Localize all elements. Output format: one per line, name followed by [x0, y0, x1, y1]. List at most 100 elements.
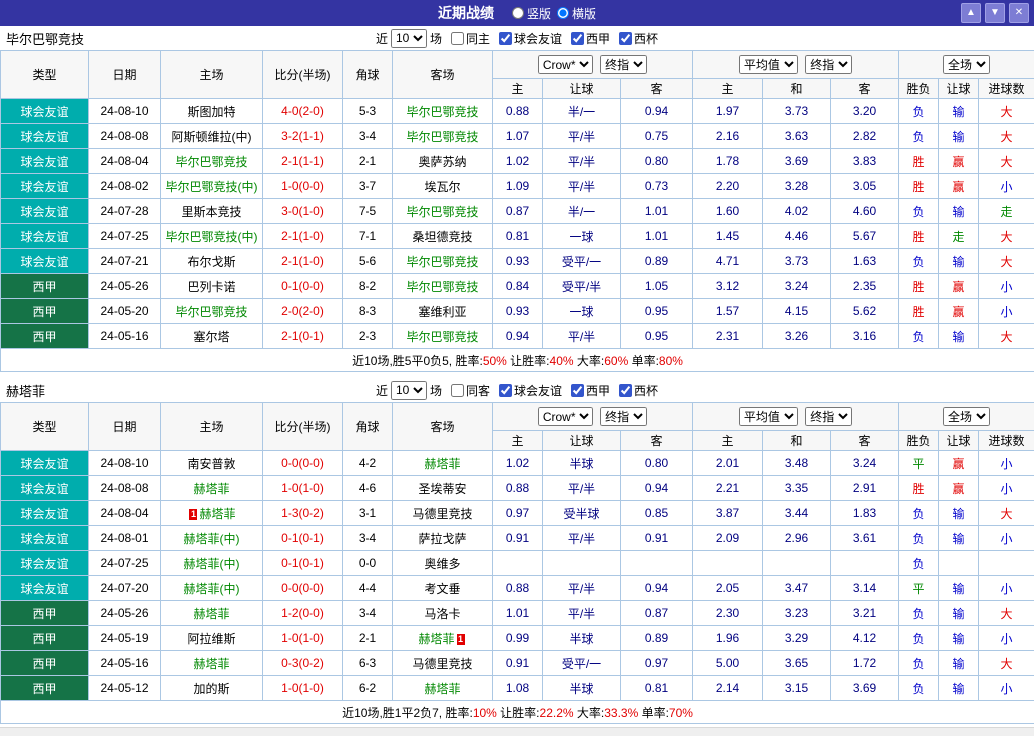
handicap-result-cell: 输 — [939, 99, 979, 124]
avg-home-cell: 1.45 — [693, 224, 763, 249]
odds-source-select[interactable]: Crow* — [538, 407, 593, 426]
avg-final-select[interactable]: 终指 — [805, 407, 852, 426]
league-filter-laliga-checkbox[interactable] — [571, 32, 584, 45]
summary-stat-label: 近10场,胜5平0负5, 胜率: — [352, 354, 483, 368]
away-team-cell: 毕尔巴鄂竞技 — [393, 324, 493, 349]
avg-home-cell: 1.96 — [693, 626, 763, 651]
avg-home-cell — [693, 551, 763, 576]
avg-select[interactable]: 平均值 — [739, 407, 798, 426]
winlose-cell: 负 — [899, 249, 939, 274]
team-section-away: 赫塔菲 近 10 场 同客 球会友谊 西甲 西杯 类型 日期 主场 比分(半场) — [0, 378, 1034, 724]
date-cell: 24-08-10 — [89, 99, 161, 124]
move-up-button[interactable]: ▲ — [961, 3, 981, 23]
league-filter-laliga-checkbox[interactable] — [571, 384, 584, 397]
odds-handicap-cell — [543, 551, 621, 576]
corner-cell: 4-6 — [343, 476, 393, 501]
odds-final-select[interactable]: 终指 — [600, 55, 647, 74]
close-button[interactable]: ✕ — [1009, 3, 1029, 23]
avg-draw-cell: 3.44 — [763, 501, 831, 526]
col-odds-handicap: 让球 — [543, 431, 621, 451]
layout-horizontal-option[interactable]: 横版 — [557, 5, 596, 22]
winlose-cell: 负 — [899, 324, 939, 349]
layout-vertical-option[interactable]: 竖版 — [512, 5, 551, 22]
score-cell: 0-0(0-0) — [263, 451, 343, 476]
corner-cell: 3-4 — [343, 526, 393, 551]
avg-away-cell: 1.72 — [831, 651, 899, 676]
same-venue-checkbox[interactable] — [451, 32, 464, 45]
avg-away-cell: 2.82 — [831, 124, 899, 149]
team-link-highlighted: 毕尔巴鄂竞技 — [406, 330, 478, 344]
odds-handicap-cell: 一球 — [543, 224, 621, 249]
scope-select[interactable]: 全场 — [943, 55, 990, 74]
odds-source-select[interactable]: Crow* — [538, 55, 593, 74]
home-team-cell: 1赫塔菲 — [161, 501, 263, 526]
match-row: 球会友谊24-08-08阿斯顿维拉(中)3-2(1-1)3-4毕尔巴鄂竞技1.0… — [1, 124, 1034, 149]
odds-away-cell: 1.01 — [621, 199, 693, 224]
odds-home-cell: 0.84 — [493, 274, 543, 299]
team-link-highlighted: 毕尔巴鄂竞技(中) — [166, 230, 258, 244]
league-filter-laliga[interactable]: 西甲 — [571, 30, 610, 47]
col-avg-home: 主 — [693, 79, 763, 99]
odds-handicap-cell: 平/半 — [543, 601, 621, 626]
home-team-cell: 赫塔菲 — [161, 601, 263, 626]
league-filter-copa-checkbox[interactable] — [619, 384, 632, 397]
winlose-cell: 胜 — [899, 476, 939, 501]
team-link: 马德里竞技 — [412, 657, 472, 671]
league-filter-copa[interactable]: 西杯 — [619, 30, 658, 47]
layout-vertical-radio[interactable] — [512, 7, 524, 19]
handicap-result-cell: 输 — [939, 651, 979, 676]
goals-result-cell: 大 — [979, 601, 1034, 626]
goals-result-cell: 大 — [979, 224, 1034, 249]
match-row: 西甲24-05-16赫塔菲0-3(0-2)6-3马德里竞技0.91受平/一0.9… — [1, 651, 1034, 676]
summary-stat-label: 单率: — [628, 354, 659, 368]
games-count-select[interactable]: 10 — [391, 29, 427, 48]
corner-cell: 0-0 — [343, 551, 393, 576]
scope-group-header: 全场 — [899, 51, 1034, 79]
avg-away-cell: 3.20 — [831, 99, 899, 124]
league-filter-copa-checkbox[interactable] — [619, 32, 632, 45]
winlose-cell: 负 — [899, 676, 939, 701]
date-cell: 24-07-25 — [89, 551, 161, 576]
odds-away-cell: 0.89 — [621, 249, 693, 274]
away-team-cell: 毕尔巴鄂竞技 — [393, 199, 493, 224]
goals-result-cell: 大 — [979, 99, 1034, 124]
handicap-result-cell: 输 — [939, 249, 979, 274]
odds-away-cell: 0.95 — [621, 324, 693, 349]
goals-result-cell: 小 — [979, 626, 1034, 651]
odds-away-cell: 0.73 — [621, 174, 693, 199]
team-link-highlighted: 赫塔菲 — [424, 457, 460, 471]
league-filter-friendly[interactable]: 球会友谊 — [499, 30, 562, 47]
date-cell: 24-08-10 — [89, 451, 161, 476]
odds-home-cell: 1.09 — [493, 174, 543, 199]
games-count-select[interactable]: 10 — [391, 381, 427, 400]
team-link-highlighted: 赫塔菲 — [193, 607, 229, 621]
odds-final-select[interactable]: 终指 — [600, 407, 647, 426]
layout-horizontal-radio[interactable] — [557, 7, 569, 19]
avg-select[interactable]: 平均值 — [739, 55, 798, 74]
home-team-cell: 赫塔菲 — [161, 651, 263, 676]
home-team-cell: 阿斯顿维拉(中) — [161, 124, 263, 149]
away-team-cell: 马德里竞技 — [393, 651, 493, 676]
league-filter-friendly-checkbox[interactable] — [499, 32, 512, 45]
scope-select[interactable]: 全场 — [943, 407, 990, 426]
same-venue-filter[interactable]: 同客 — [451, 382, 490, 399]
team-link: 阿拉维斯 — [187, 632, 235, 646]
league-filter-copa[interactable]: 西杯 — [619, 382, 658, 399]
league-type-cell: 西甲 — [1, 324, 89, 349]
league-filter-friendly[interactable]: 球会友谊 — [499, 382, 562, 399]
avg-away-cell: 3.21 — [831, 601, 899, 626]
league-filter-friendly-checkbox[interactable] — [499, 384, 512, 397]
avg-draw-cell: 4.02 — [763, 199, 831, 224]
league-type-cell: 西甲 — [1, 274, 89, 299]
league-filter-laliga[interactable]: 西甲 — [571, 382, 610, 399]
same-venue-filter[interactable]: 同主 — [451, 30, 490, 47]
team-link-highlighted: 赫塔菲(中) — [184, 557, 240, 571]
corner-cell: 8-2 — [343, 274, 393, 299]
odds-home-cell: 0.99 — [493, 626, 543, 651]
home-team-cell: 斯图加特 — [161, 99, 263, 124]
same-venue-checkbox[interactable] — [451, 384, 464, 397]
team-link: 圣埃蒂安 — [418, 482, 466, 496]
move-down-button[interactable]: ▼ — [985, 3, 1005, 23]
avg-final-select[interactable]: 终指 — [805, 55, 852, 74]
odds-handicap-cell: 半/一 — [543, 199, 621, 224]
